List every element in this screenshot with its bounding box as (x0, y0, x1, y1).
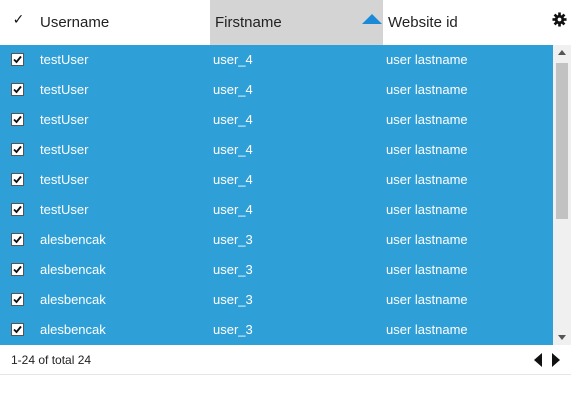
cell-firstname: user_3 (213, 322, 253, 337)
cell-firstname: user_3 (213, 232, 253, 247)
cell-username: testUser (40, 172, 89, 187)
cell-website-id: user lastname (386, 262, 468, 277)
cell-firstname: user_4 (213, 172, 253, 187)
cell-username: alesbencak (40, 262, 106, 277)
row-checkbox[interactable] (11, 83, 24, 96)
grid-rows: testUser user_4 user lastname testUser u… (0, 45, 553, 345)
cell-website-id: user lastname (386, 202, 468, 217)
row-checkbox[interactable] (11, 143, 24, 156)
cell-username: testUser (40, 202, 89, 217)
table-row[interactable]: alesbencak user_3 user lastname (0, 315, 553, 345)
cell-firstname: user_4 (213, 52, 253, 67)
table-row[interactable]: testUser user_4 user lastname (0, 195, 553, 225)
scrollbar-thumb[interactable] (556, 63, 568, 219)
cell-website-id: user lastname (386, 52, 468, 67)
table-row[interactable]: alesbencak user_3 user lastname (0, 285, 553, 315)
column-header-firstname[interactable]: Firstname (210, 0, 383, 45)
cell-firstname: user_3 (213, 292, 253, 307)
cell-website-id: user lastname (386, 82, 468, 97)
cell-username: alesbencak (40, 232, 106, 247)
column-header-label: Firstname (215, 14, 282, 31)
column-header-username[interactable]: Username (35, 0, 210, 45)
scroll-down-icon[interactable] (558, 335, 566, 340)
row-checkbox[interactable] (11, 323, 24, 336)
cell-website-id: user lastname (386, 172, 468, 187)
cell-username: testUser (40, 52, 89, 67)
column-header-label: Username (40, 14, 110, 31)
cell-firstname: user_3 (213, 262, 253, 277)
cell-username: alesbencak (40, 292, 106, 307)
table-row[interactable]: testUser user_4 user lastname (0, 165, 553, 195)
row-checkbox[interactable] (11, 293, 24, 306)
pager-info: 1-24 of total 24 (11, 353, 92, 367)
next-page-icon[interactable] (552, 353, 560, 367)
cell-username: testUser (40, 142, 89, 157)
cell-firstname: user_4 (213, 202, 253, 217)
vertical-scrollbar[interactable] (553, 45, 571, 345)
table-row[interactable]: testUser user_4 user lastname (0, 135, 553, 165)
table-row[interactable]: testUser user_4 user lastname (0, 105, 553, 135)
grid-header: ✓ Username Firstname Website id (0, 0, 571, 45)
cell-website-id: user lastname (386, 232, 468, 247)
gear-icon[interactable] (552, 12, 567, 27)
cell-website-id: user lastname (386, 292, 468, 307)
cell-username: testUser (40, 112, 89, 127)
sort-ascending-icon (362, 14, 382, 24)
select-all-checkbox[interactable]: ✓ (12, 12, 25, 26)
column-header-website-id[interactable]: Website id (383, 0, 543, 45)
row-checkbox[interactable] (11, 173, 24, 186)
scroll-up-icon[interactable] (558, 50, 566, 55)
table-row[interactable]: testUser user_4 user lastname (0, 75, 553, 105)
row-checkbox[interactable] (11, 203, 24, 216)
cell-firstname: user_4 (213, 82, 253, 97)
cell-website-id: user lastname (386, 112, 468, 127)
row-checkbox[interactable] (11, 53, 24, 66)
table-row[interactable]: alesbencak user_3 user lastname (0, 255, 553, 285)
cell-username: alesbencak (40, 322, 106, 337)
cell-website-id: user lastname (386, 142, 468, 157)
table-row[interactable]: testUser user_4 user lastname (0, 45, 553, 75)
row-checkbox[interactable] (11, 263, 24, 276)
table-row[interactable]: alesbencak user_3 user lastname (0, 225, 553, 255)
column-header-label: Website id (388, 14, 458, 31)
cell-firstname: user_4 (213, 142, 253, 157)
cell-username: testUser (40, 82, 89, 97)
grid-footer: 1-24 of total 24 (0, 345, 571, 375)
cell-firstname: user_4 (213, 112, 253, 127)
cell-website-id: user lastname (386, 322, 468, 337)
data-grid: ✓ Username Firstname Website id testUser… (0, 0, 571, 376)
row-checkbox[interactable] (11, 233, 24, 246)
prev-page-icon[interactable] (534, 353, 542, 367)
row-checkbox[interactable] (11, 113, 24, 126)
